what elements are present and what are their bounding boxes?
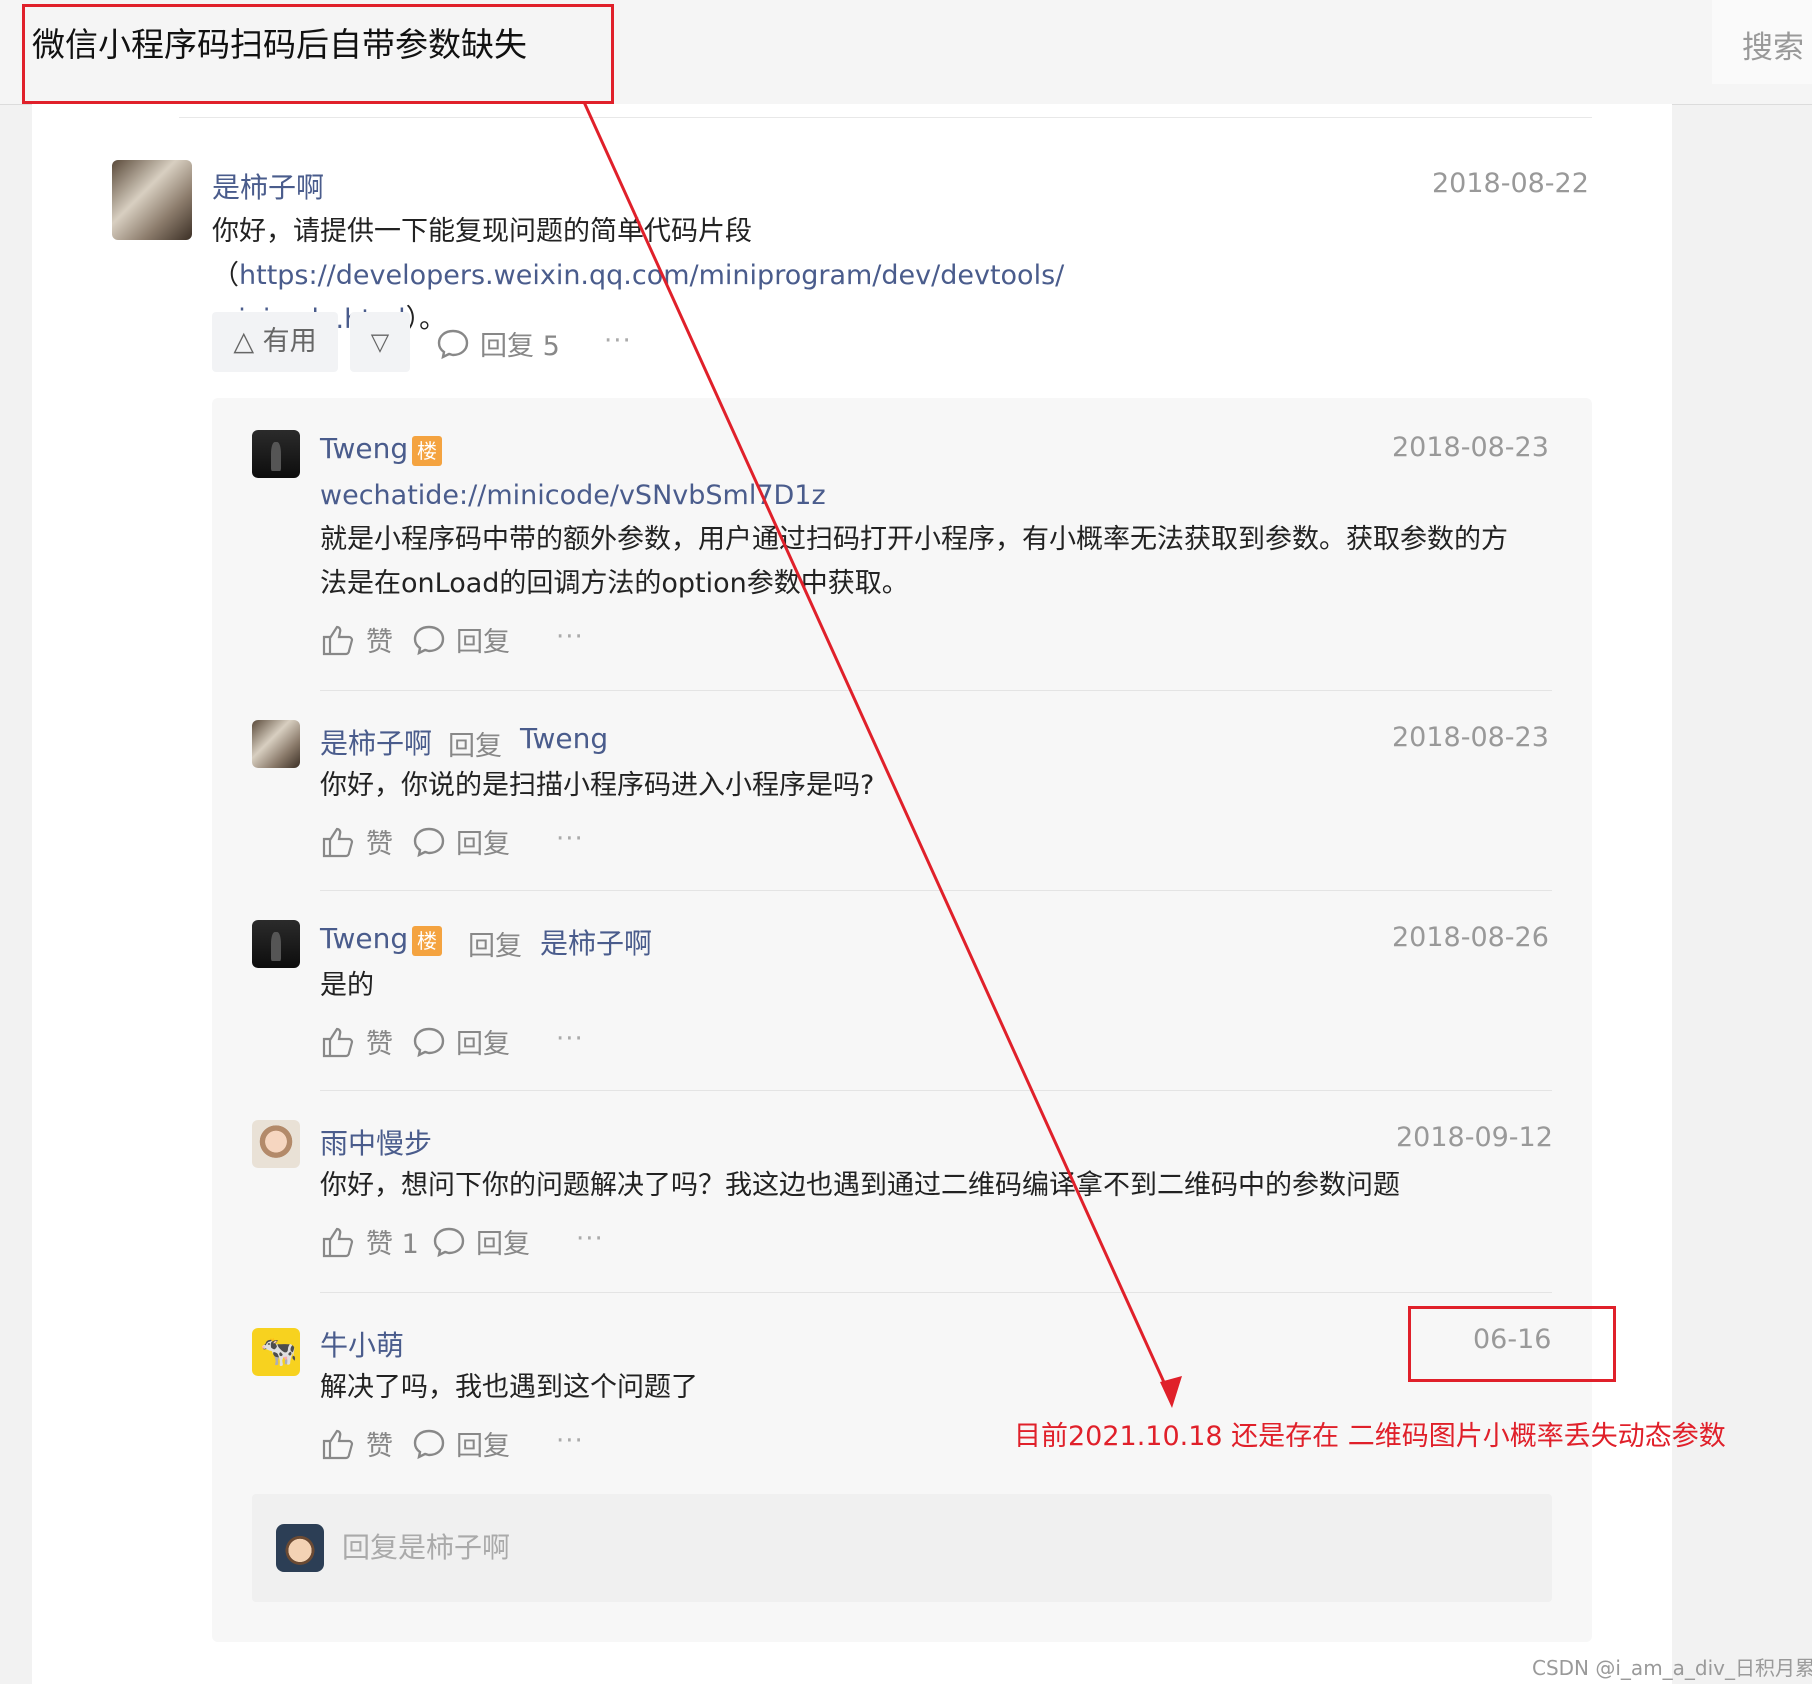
- annotation-text: 目前2021.10.18 还是存在 二维码图片小概率丢失动态参数: [1014, 1421, 1726, 1452]
- watermark: CSDN @i_am_a_div_日积月累_: [1532, 1656, 1812, 1680]
